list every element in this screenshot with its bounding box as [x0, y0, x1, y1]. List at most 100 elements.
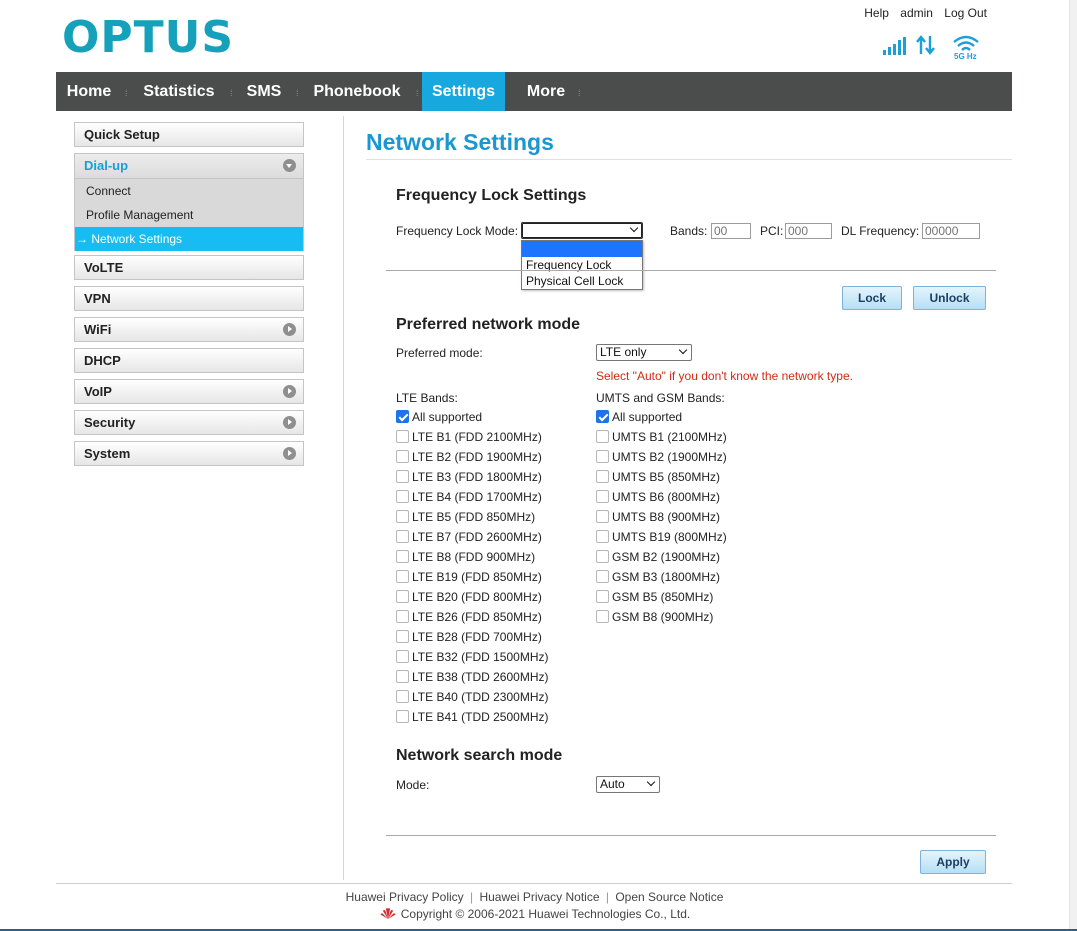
footer-separator: | [470, 890, 474, 904]
chevron-down-icon [629, 223, 639, 233]
checkbox-unchecked[interactable] [396, 670, 409, 683]
band-label: All supported [612, 410, 683, 424]
nav-settings[interactable]: Settings [422, 72, 505, 111]
checkbox-unchecked[interactable] [596, 450, 609, 463]
scrollbar[interactable] [1069, 0, 1077, 931]
preferred-mode-label: Preferred mode: [396, 346, 483, 360]
checkbox-unchecked[interactable] [596, 510, 609, 523]
sidebar-item-label: System [84, 446, 131, 461]
checkbox-unchecked[interactable] [396, 710, 409, 723]
logout-link[interactable]: Log Out [944, 6, 987, 20]
freq-lock-mode-select[interactable] [521, 222, 643, 239]
checkbox-unchecked[interactable] [596, 550, 609, 563]
checkbox-unchecked[interactable] [396, 490, 409, 503]
main-content: Network Settings Frequency Lock Settings… [344, 116, 1012, 880]
expand-icon [283, 385, 296, 398]
nav-phonebook[interactable]: Phonebook [302, 72, 412, 111]
dropdown-option-blank[interactable] [522, 241, 642, 257]
freq-lock-mode-label: Frequency Lock Mode: [396, 224, 519, 238]
sidebar-item-system[interactable]: System [74, 441, 304, 466]
sidebar-subitem-network-settings[interactable]: → Network Settings [75, 227, 303, 251]
search-mode-select[interactable]: Auto [596, 776, 660, 793]
nav-home[interactable]: Home [56, 72, 122, 111]
checkbox-unchecked[interactable] [396, 550, 409, 563]
top-links: Help admin Log Out [856, 6, 987, 20]
sidebar-item-label: DHCP [84, 353, 121, 368]
band-label: UMTS B6 (800MHz) [612, 490, 721, 504]
bands-input[interactable] [711, 223, 751, 239]
checkbox-unchecked[interactable] [396, 470, 409, 483]
checkbox-checked[interactable] [596, 410, 609, 423]
band-label: GSM B8 (900MHz) [612, 610, 714, 624]
checkbox-unchecked[interactable] [396, 610, 409, 623]
privacy-policy-link[interactable]: Huawei Privacy Policy [346, 890, 464, 904]
checkbox-unchecked[interactable] [396, 690, 409, 703]
band-label: UMTS B8 (900MHz) [612, 510, 721, 524]
sidebar-item-label: VoLTE [84, 260, 124, 275]
band-label: LTE B19 (FDD 850MHz) [412, 570, 542, 584]
privacy-notice-link[interactable]: Huawei Privacy Notice [479, 890, 599, 904]
sidebar-item-voip[interactable]: VoIP [74, 379, 304, 404]
sidebar-item-label: WiFi [84, 322, 112, 337]
expand-icon [283, 323, 296, 336]
checkbox-unchecked[interactable] [396, 630, 409, 643]
sidebar-item-wifi[interactable]: WiFi [74, 317, 304, 342]
preferred-mode-select[interactable]: LTE only [596, 344, 692, 361]
apply-button[interactable]: Apply [920, 850, 986, 874]
sidebar-subitem-connect[interactable]: Connect [75, 179, 303, 203]
checkbox-unchecked[interactable] [396, 530, 409, 543]
checkbox-unchecked[interactable] [596, 470, 609, 483]
nav-separator: ⁞ [578, 88, 581, 98]
copyright-text: Copyright © 2006-2021 Huawei Technologie… [400, 907, 691, 921]
nav-separator: ⁞ [230, 88, 233, 98]
sidebar-item-security[interactable]: Security [74, 410, 304, 435]
nav-more[interactable]: More [510, 72, 582, 111]
nav-separator: ⁞ [296, 88, 299, 98]
footer-separator: | [605, 890, 609, 904]
band-label: LTE B32 (FDD 1500MHz) [412, 650, 549, 664]
dl-frequency-input[interactable] [922, 223, 980, 239]
title-underline [366, 159, 1012, 160]
checkbox-unchecked[interactable] [596, 530, 609, 543]
band-label: LTE B20 (FDD 800MHz) [412, 590, 542, 604]
checkbox-unchecked[interactable] [396, 450, 409, 463]
nav-sms[interactable]: SMS [236, 72, 292, 111]
sidebar-item-volte[interactable]: VoLTE [74, 255, 304, 280]
checkbox-checked[interactable] [396, 410, 409, 423]
band-label: UMTS B19 (800MHz) [612, 530, 727, 544]
band-label: UMTS B5 (850MHz) [612, 470, 721, 484]
dropdown-option-physical-cell-lock[interactable]: Physical Cell Lock [522, 273, 642, 289]
help-link[interactable]: Help [864, 6, 889, 20]
sidebar-subitem-profile-management[interactable]: Profile Management [75, 203, 303, 227]
freq-lock-heading: Frequency Lock Settings [396, 187, 587, 204]
section-divider [386, 270, 996, 271]
unlock-button[interactable]: Unlock [913, 286, 986, 310]
checkbox-unchecked[interactable] [596, 570, 609, 583]
sidebar-item-dialup[interactable]: Dial-up [75, 154, 303, 179]
umts-gsm-bands-label: UMTS and GSM Bands: [596, 391, 725, 405]
lock-button[interactable]: Lock [842, 286, 902, 310]
sidebar-item-vpn[interactable]: VPN [74, 286, 304, 311]
checkbox-unchecked[interactable] [596, 590, 609, 603]
sidebar-item-quick-setup[interactable]: Quick Setup [74, 122, 304, 147]
checkbox-unchecked[interactable] [596, 430, 609, 443]
pci-input[interactable] [785, 223, 832, 239]
sidebar-item-label: VPN [84, 291, 111, 306]
band-label: All supported [412, 410, 483, 424]
nav-statistics[interactable]: Statistics [132, 72, 226, 111]
open-source-link[interactable]: Open Source Notice [615, 890, 723, 904]
band-label: GSM B5 (850MHz) [612, 590, 714, 604]
checkbox-unchecked[interactable] [396, 590, 409, 603]
search-mode-label: Mode: [396, 778, 430, 792]
search-mode-heading: Network search mode [396, 747, 563, 764]
checkbox-unchecked[interactable] [396, 570, 409, 583]
sidebar-item-dhcp[interactable]: DHCP [74, 348, 304, 373]
checkbox-unchecked[interactable] [396, 650, 409, 663]
dl-frequency-label: DL Frequency: [841, 224, 920, 238]
footer-links: Huawei Privacy Policy | Huawei Privacy N… [0, 890, 1069, 904]
checkbox-unchecked[interactable] [596, 490, 609, 503]
checkbox-unchecked[interactable] [396, 510, 409, 523]
checkbox-unchecked[interactable] [396, 430, 409, 443]
wifi-icon: 5G Hz [950, 34, 982, 62]
checkbox-unchecked[interactable] [596, 610, 609, 623]
